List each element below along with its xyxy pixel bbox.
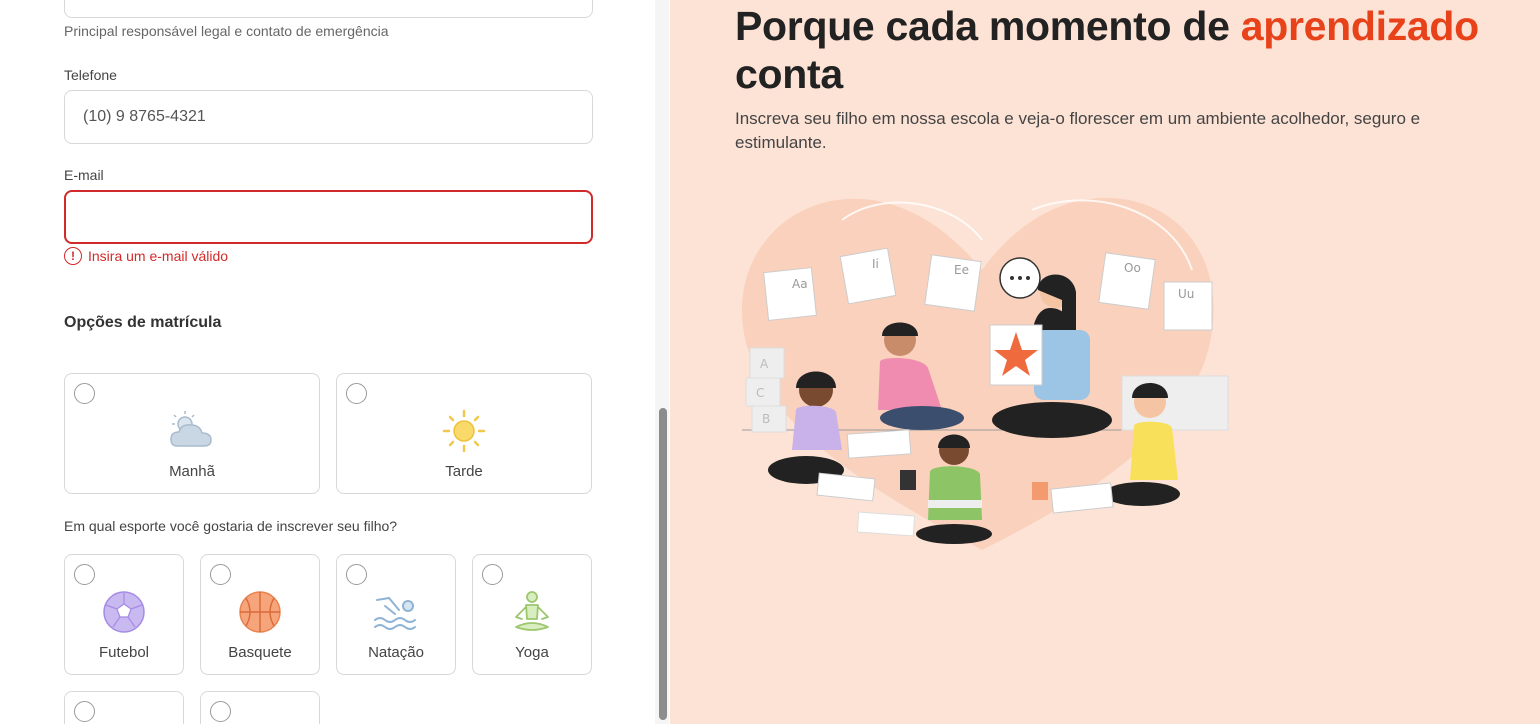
cloud-sun-icon	[170, 411, 212, 447]
guardian-helper-text: Principal responsável legal e contato de…	[64, 23, 389, 39]
svg-text:Ee: Ee	[954, 263, 969, 277]
sport-option-yoga[interactable]: Yoga	[472, 554, 592, 675]
radio-swimming[interactable]	[346, 564, 367, 585]
svg-text:Uu: Uu	[1178, 287, 1194, 301]
shift-label-morning: Manhã	[169, 463, 215, 480]
sport-label-soccer: Futebol	[98, 644, 150, 661]
guardian-name-input[interactable]	[64, 0, 593, 18]
svg-text:B: B	[762, 412, 770, 426]
headline-text: Porque cada momento de	[735, 3, 1241, 49]
svg-text:Oo: Oo	[1124, 261, 1141, 275]
sun-icon	[442, 409, 486, 453]
radio-afternoon[interactable]	[346, 383, 367, 404]
svg-text:C: C	[756, 386, 764, 400]
email-error-text: Insira um e-mail válido	[88, 248, 229, 264]
radio-yoga[interactable]	[482, 564, 503, 585]
sport-option-5[interactable]	[64, 691, 184, 724]
sport-option-swimming[interactable]: Natação	[336, 554, 456, 675]
soccer-ball-icon	[103, 591, 145, 633]
radio-sport-6[interactable]	[210, 701, 231, 722]
svg-text:Aa: Aa	[792, 277, 808, 291]
letter-card-aa: Aa	[763, 267, 817, 321]
email-input[interactable]	[64, 190, 593, 244]
basketball-icon	[239, 591, 281, 633]
sport-option-basketball[interactable]: Basquete	[200, 554, 320, 675]
sport-option-soccer[interactable]: Futebol	[64, 554, 184, 675]
hero-subtitle: Inscreva seu filho em nossa escola e vej…	[735, 109, 1421, 152]
shift-label-afternoon: Tarde	[445, 463, 483, 480]
shift-option-morning[interactable]: Manhã	[64, 373, 320, 494]
headline-text-2: conta	[735, 51, 843, 97]
radio-soccer[interactable]	[74, 564, 95, 585]
radio-morning[interactable]	[74, 383, 95, 404]
svg-text:A: A	[760, 357, 769, 371]
sports-question: Em qual esporte você gostaria de inscrev…	[64, 518, 398, 534]
radio-basketball[interactable]	[210, 564, 231, 585]
sport-option-6[interactable]	[200, 691, 320, 724]
hero-headline: Porque cada momento de aprendizado conta	[735, 2, 1540, 98]
hero-panel: Porque cada momento de aprendizado conta…	[670, 0, 1540, 724]
enrollment-form-panel: Principal responsável legal e contato de…	[0, 0, 670, 724]
email-label: E-mail	[64, 167, 104, 183]
svg-text:Ii: Ii	[872, 257, 879, 271]
sport-label-basketball: Basquete	[228, 644, 292, 661]
headline-accent: aprendizado	[1240, 3, 1479, 49]
sport-label-yoga: Yoga	[515, 644, 549, 661]
email-error: ! Insira um e-mail válido	[64, 247, 228, 265]
classroom-illustration: Aa Ii Ee Oo Uu A C B	[742, 197, 1229, 550]
alert-circle-icon: !	[64, 247, 82, 265]
enrollment-options-title: Opções de matrícula	[64, 314, 222, 331]
sport-label-swimming: Natação	[368, 644, 424, 661]
phone-label: Telefone	[64, 67, 117, 83]
yoga-icon	[515, 591, 549, 631]
shift-option-afternoon[interactable]: Tarde	[336, 373, 592, 494]
radio-sport-5[interactable]	[74, 701, 95, 722]
scrollbar-thumb[interactable]	[659, 408, 667, 720]
swimmer-icon	[374, 596, 416, 630]
phone-input[interactable]: (10) 9 8765-4321	[64, 90, 593, 144]
